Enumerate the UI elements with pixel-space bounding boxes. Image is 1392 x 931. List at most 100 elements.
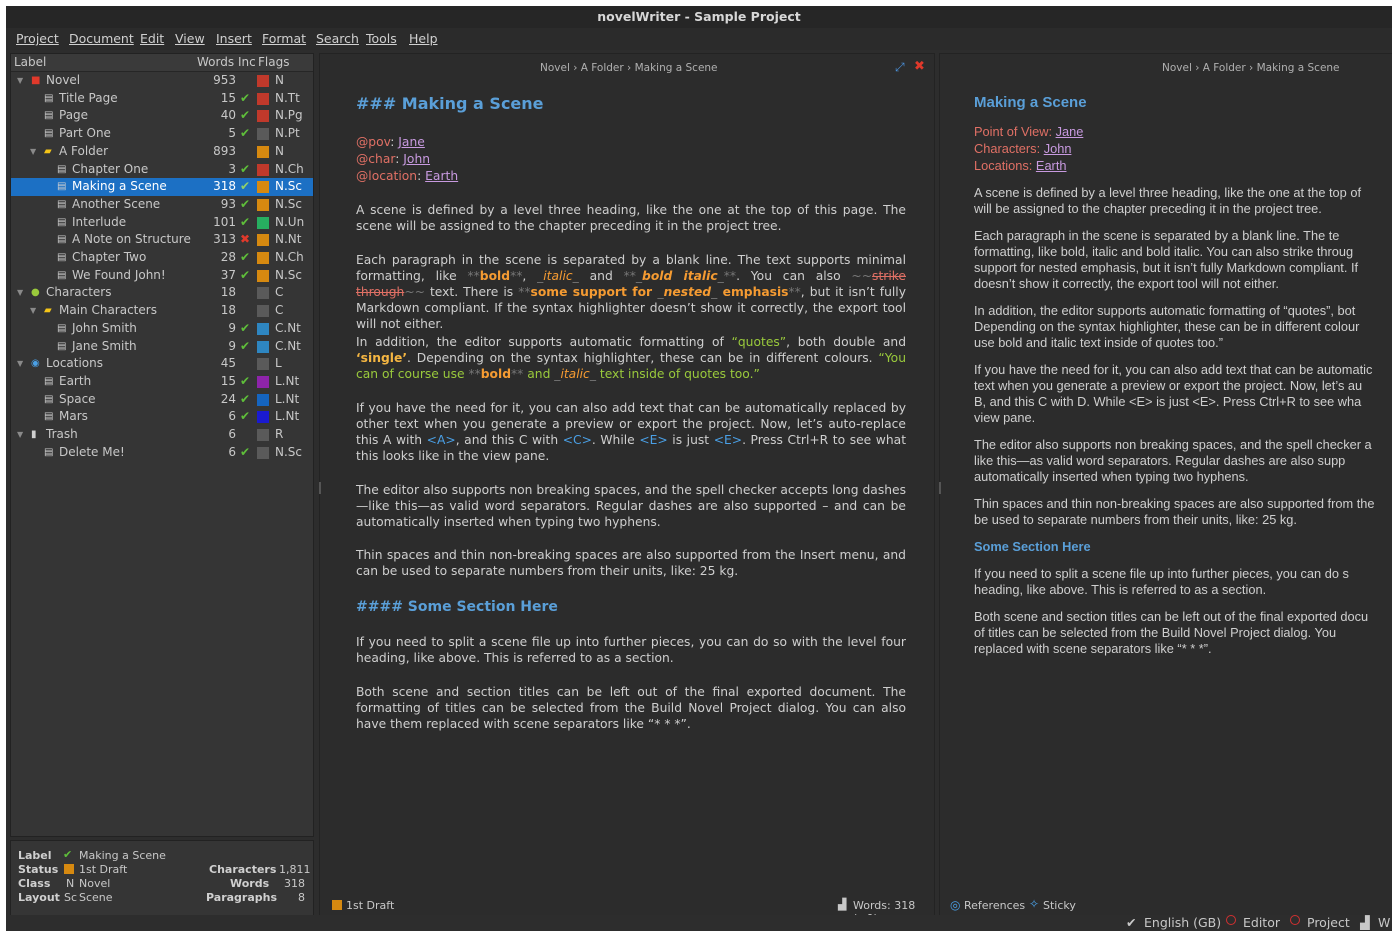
editor-title: ### Making a Scene [356, 94, 544, 113]
expand-arrow-icon[interactable]: ▼ [17, 284, 23, 301]
references-icon[interactable]: ◎ [950, 898, 960, 912]
include-check-icon[interactable]: ✔ [240, 338, 250, 355]
include-check-icon[interactable]: ✔ [240, 444, 250, 461]
p3-quote-c: text inside of quotes too.” [595, 367, 760, 381]
include-check-icon[interactable]: ✔ [240, 408, 250, 425]
tree-item-wordcount: 24 [220, 391, 236, 406]
tree-item[interactable]: ▤ Another Scene 93 ✔ N.Sc [11, 196, 313, 214]
p2-bold-close: ** [510, 269, 523, 283]
tree-item[interactable]: ▤ Jane Smith 9 ✔ C.Nt [11, 338, 313, 356]
tree-item[interactable]: ▼ ● Characters 18 C [11, 284, 313, 302]
tree-item[interactable]: ▤ We Found John! 37 ✔ N.Sc [11, 267, 313, 285]
tree-item[interactable]: ▼ ■ Novel 953 N [11, 72, 313, 90]
tree-item[interactable]: ▤ Title Page 15 ✔ N.Tt [11, 90, 313, 108]
include-check-icon[interactable]: ✔ [240, 373, 250, 390]
include-check-icon[interactable]: ✔ [240, 125, 250, 142]
meta-pov-value[interactable]: Jane [398, 135, 425, 149]
tree-item[interactable]: ▤ A Note on Structure 313 ✖ N.Nt [11, 231, 313, 249]
tree-item[interactable]: ▤ Page 40 ✔ N.Pg [11, 107, 313, 125]
detail-label-key: Label [18, 849, 52, 862]
p3-bold-close: ** [511, 367, 524, 381]
tree-item-label: Title Page [59, 90, 118, 105]
close-icon[interactable]: ✖ [914, 59, 925, 74]
exclude-cross-icon[interactable]: ✖ [240, 231, 250, 248]
tree-item[interactable]: ▤ John Smith 9 ✔ C.Nt [11, 320, 313, 338]
menu-format[interactable]: Format [262, 31, 306, 46]
tree-item-label: Interlude [72, 214, 127, 229]
tree-item[interactable]: ▤ Space 24 ✔ L.Nt [11, 391, 313, 409]
tree-item-flags: N.Un [275, 214, 305, 229]
col-inc[interactable]: Inc [238, 55, 256, 69]
tree-item-label: We Found John! [72, 267, 166, 282]
include-check-icon[interactable]: ✔ [240, 196, 250, 213]
expand-arrow-icon[interactable]: ▼ [17, 72, 23, 89]
document-icon: ▤ [44, 128, 54, 140]
include-check-icon[interactable]: ✔ [240, 267, 250, 284]
col-flags[interactable]: Flags [258, 55, 289, 69]
tree-item[interactable]: ▼ ▰ Main Characters 18 C [11, 302, 313, 320]
document-viewer[interactable]: Novel › A Folder › Making a Scene Making… [939, 53, 1392, 917]
tree-item-flags: R [275, 427, 284, 441]
project-tree[interactable]: Label Words Inc Flags ▼ ■ Novel 953 N ▤ Title … [10, 53, 314, 837]
include-check-icon[interactable]: ✔ [240, 320, 250, 337]
viewer-char-value[interactable]: John [1044, 141, 1072, 156]
tree-item[interactable]: ▤ Interlude 101 ✔ N.Un [11, 214, 313, 232]
menu-edit[interactable]: Edit [140, 31, 164, 46]
document-icon: ▤ [57, 322, 67, 334]
tree-item[interactable]: ▤ Earth 15 ✔ L.Nt [11, 373, 313, 391]
splitter-handle-right[interactable] [939, 482, 941, 494]
expand-arrow-icon[interactable]: ▼ [17, 355, 23, 372]
tree-item[interactable]: ▼ ▰ A Folder 893 N [11, 143, 313, 161]
col-words[interactable]: Words [197, 55, 234, 69]
tree-item[interactable]: ▼ ◉ Locations 45 L [11, 355, 313, 373]
sticky-button[interactable]: Sticky [1043, 899, 1076, 912]
tree-item[interactable]: ▤ Part One 5 ✔ N.Pt [11, 125, 313, 143]
include-check-icon[interactable]: ✔ [240, 391, 250, 408]
menu-tools[interactable]: Tools [366, 31, 397, 46]
include-check-icon[interactable]: ✔ [240, 161, 250, 178]
p4-tag-e: <E> [639, 433, 668, 447]
p4-tag-e2: <E> [713, 433, 743, 447]
menu-view[interactable]: View [175, 31, 205, 46]
meta-char-value[interactable]: John [403, 152, 430, 166]
tree-item-label: Delete Me! [59, 444, 125, 459]
meta-loc-value[interactable]: Earth [425, 169, 458, 183]
viewer-loc-value[interactable]: Earth [1036, 158, 1067, 173]
editor-paragraph-6: Thin spaces and thin non-breaking spaces… [356, 548, 906, 578]
tree-item-label: Chapter One [72, 161, 149, 176]
p2-bold: bold [479, 269, 511, 283]
references-button[interactable]: References [964, 899, 1025, 912]
col-label[interactable]: Label [14, 55, 46, 69]
p2-italic: italic [543, 269, 573, 283]
expand-arrow-icon[interactable]: ▼ [30, 143, 36, 160]
menu-document[interactable]: Document [69, 31, 134, 46]
expand-arrow-icon[interactable]: ▼ [30, 302, 36, 319]
tree-item[interactable]: ▤ Making a Scene 318 ✔ N.Sc [11, 178, 313, 196]
language-label[interactable]: English (GB) [1144, 915, 1221, 930]
detail-class-key: Class [18, 877, 51, 890]
detail-class-code: N [66, 877, 75, 890]
p3-text-c: . Depending on the syntax highlighter, t… [407, 351, 879, 365]
include-check-icon[interactable]: ✔ [240, 178, 250, 195]
tree-item[interactable]: ▤ Delete Me! 6 ✔ N.Sc [11, 444, 313, 462]
tree-item[interactable]: ▤ Chapter Two 28 ✔ N.Ch [11, 249, 313, 267]
menu-project[interactable]: Project [16, 31, 59, 46]
viewer-pov-value[interactable]: Jane [1056, 124, 1084, 139]
menu-insert[interactable]: Insert [216, 31, 252, 46]
include-check-icon[interactable]: ✔ [240, 107, 250, 124]
tree-item[interactable]: ▤ Chapter One 3 ✔ N.Ch [11, 161, 313, 179]
splitter-handle-left[interactable] [319, 482, 321, 494]
include-check-icon[interactable]: ✔ [240, 249, 250, 266]
document-editor[interactable]: Novel › A Folder › Making a Scene ⤢ ✖ ##… [319, 53, 935, 925]
include-check-icon[interactable]: ✔ [240, 214, 250, 231]
tree-item[interactable]: ▼ ▮ Trash 6 R [11, 426, 313, 444]
tree-item[interactable]: ▤ Mars 6 ✔ L.Nt [11, 408, 313, 426]
tree-item-wordcount: 3 [228, 161, 236, 176]
maximize-icon[interactable]: ⤢ [895, 60, 905, 75]
status-color-swatch [257, 181, 269, 194]
pin-icon[interactable]: ✧ [1029, 897, 1039, 911]
menu-search[interactable]: Search [316, 31, 359, 46]
menu-help[interactable]: Help [409, 31, 438, 46]
include-check-icon[interactable]: ✔ [240, 90, 250, 107]
expand-arrow-icon[interactable]: ▼ [17, 426, 23, 443]
